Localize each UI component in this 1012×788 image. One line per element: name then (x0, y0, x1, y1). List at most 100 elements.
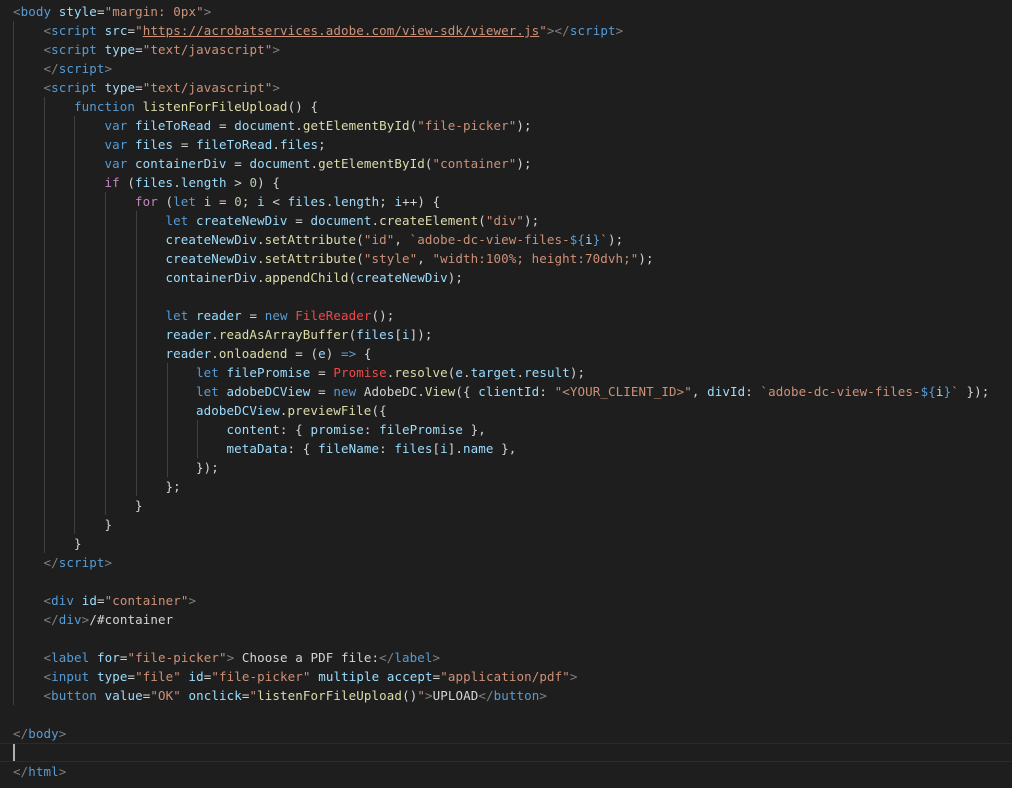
code-token: = (96, 593, 105, 608)
code-token: readAsArrayBuffer (218, 327, 349, 342)
code-token: 0 (249, 175, 258, 190)
code-token: > (432, 650, 441, 665)
code-token: adobeDCView (196, 403, 280, 418)
code-token: label (394, 650, 433, 665)
code-line: </script> (13, 553, 113, 572)
code-token: = (127, 669, 136, 684)
code-token: . (257, 251, 265, 266)
code-token: ></ (546, 23, 570, 38)
code-token: " (135, 23, 143, 38)
code-token: https://acrobatservices.adobe.com/view-s… (142, 23, 540, 38)
code-line: <input type="file" id="file-picker" mult… (13, 667, 578, 686)
code-token: for (96, 650, 120, 665)
code-token: script (58, 61, 105, 76)
code-token: "div" (485, 213, 525, 228)
code-token: type (104, 42, 136, 57)
code-token: new (264, 308, 288, 323)
code-token: ]); (409, 327, 433, 342)
code-token: ); (516, 156, 532, 171)
code-token: = (135, 80, 143, 95)
code-token: promise (310, 422, 364, 437)
code-line: reader.onloadend = (e) => { (13, 344, 372, 363)
code-line: let createNewDiv = document.createElemen… (13, 211, 540, 230)
code-token: FileReader (295, 308, 372, 323)
code-token: files (279, 137, 319, 152)
code-line: </body> (13, 724, 66, 743)
code-token: => (340, 346, 357, 361)
code-line: for (let i = 0; i < files.length; i++) { (13, 192, 440, 211)
code-token: containerDiv (165, 270, 258, 285)
code-token: let (165, 213, 189, 228)
code-token: = (287, 213, 311, 228)
code-token: script (58, 555, 105, 570)
code-token: : { (279, 422, 311, 437)
code-token: new (333, 384, 357, 399)
code-token: . (295, 118, 303, 133)
code-token: e (318, 346, 326, 361)
code-token: UPLOAD (432, 688, 479, 703)
code-token: () (402, 688, 418, 703)
code-token: > (569, 669, 578, 684)
code-token: document (234, 118, 296, 133)
code-token: reader (196, 308, 242, 323)
code-token: = (310, 365, 334, 380)
code-token: files (135, 137, 174, 152)
code-token: View (424, 384, 456, 399)
code-token: body (28, 726, 59, 741)
code-token: "file-picker" (127, 650, 227, 665)
code-token: createNewDiv (165, 251, 258, 266)
code-token: = (241, 688, 250, 703)
code-token: AdobeDC (363, 384, 418, 399)
code-token: ${ (569, 232, 586, 247)
code-editor[interactable]: <body style="margin: 0px"> <script src="… (0, 0, 1012, 788)
code-token: , (691, 384, 708, 399)
code-token: "file-picker" (211, 669, 311, 684)
code-token: type (104, 80, 136, 95)
code-line: content: { promise: filePromise }, (13, 420, 486, 439)
code-token: . (211, 346, 219, 361)
code-token: appendChild (264, 270, 349, 285)
code-token: ; (379, 194, 395, 209)
code-token: adobeDCView (226, 384, 311, 399)
code-token: ++) { (402, 194, 441, 209)
code-token: style (58, 4, 97, 19)
code-line: <script type="text/javascript"> (13, 78, 280, 97)
code-line: function listenForFileUpload() { (13, 97, 318, 116)
code-token: ( (356, 232, 364, 247)
code-token: label (51, 650, 90, 665)
code-line: } (13, 496, 143, 515)
code-line: createNewDiv.setAttribute("style", "widt… (13, 249, 654, 268)
code-token: files (135, 175, 174, 190)
code-token: . (279, 403, 288, 418)
code-token: target (470, 365, 517, 380)
code-token: > (226, 175, 250, 190)
code-line: if (files.length > 0) { (13, 173, 280, 192)
code-token: Promise (333, 365, 387, 380)
code-token: > (188, 593, 197, 608)
code-token: ); (524, 213, 540, 228)
code-token: script (51, 42, 97, 57)
current-line-highlight (0, 743, 1012, 762)
code-token: e (455, 365, 464, 380)
code-token: document (249, 156, 311, 171)
code-token: () { (287, 99, 319, 114)
code-token: , (394, 232, 410, 247)
code-token: i (440, 441, 448, 456)
code-line: } (13, 515, 113, 534)
